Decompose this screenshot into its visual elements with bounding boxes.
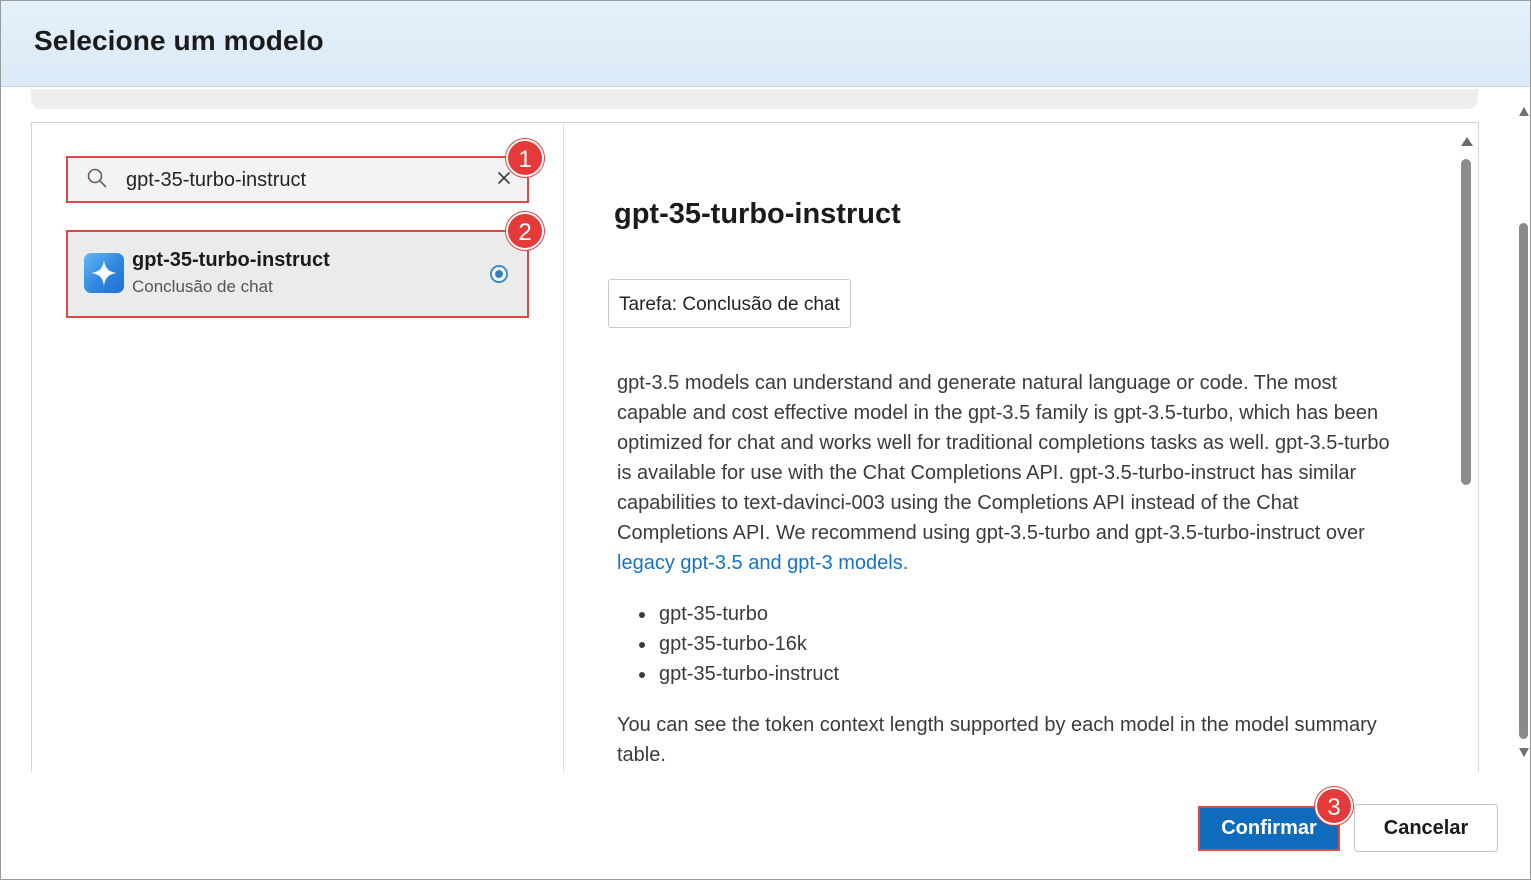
model-list-pane: gpt-35-turbo-instruct Conclusão de chat <box>32 123 564 772</box>
model-description: gpt-3.5 models can understand and genera… <box>617 368 1397 578</box>
model-list-item[interactable]: gpt-35-turbo-instruct Conclusão de chat <box>66 230 529 318</box>
step-badge-2: 2 <box>506 212 544 250</box>
scrollbar-thumb[interactable] <box>1461 159 1471 485</box>
model-subtitle: Conclusão de chat <box>132 277 273 296</box>
dialog-title: Selecione um modelo <box>34 25 324 56</box>
scrollbar-thumb[interactable] <box>1519 223 1528 739</box>
model-detail-pane: gpt-35-turbo-instruct Tarefa: Conclusão … <box>565 123 1478 772</box>
scroll-up-arrow-icon[interactable] <box>1461 137 1473 146</box>
detail-title: gpt-35-turbo-instruct <box>614 198 901 230</box>
model-name: gpt-35-turbo-instruct <box>132 249 330 271</box>
model-search-box[interactable] <box>66 156 529 203</box>
outer-scrollbar[interactable] <box>1517 101 1531 771</box>
sparkle-icon <box>84 253 124 293</box>
list-item: gpt-35-turbo-instruct <box>639 659 839 689</box>
scroll-up-arrow-icon[interactable] <box>1519 107 1529 116</box>
model-variants-list: gpt-35-turbo gpt-35-turbo-16k gpt-35-tur… <box>639 599 839 689</box>
scroll-down-arrow-icon[interactable] <box>1519 748 1529 757</box>
legacy-models-link[interactable]: legacy gpt-3.5 and gpt-3 models. <box>617 552 908 574</box>
description-text: gpt-3.5 models can understand and genera… <box>617 372 1390 544</box>
cancel-button[interactable]: Cancelar <box>1354 804 1498 852</box>
dialog-header: Selecione um modelo <box>1 1 1530 87</box>
task-chip: Tarefa: Conclusão de chat <box>608 279 851 328</box>
footer-text: You can see the token context length sup… <box>617 714 1377 766</box>
list-item: gpt-35-turbo-16k <box>639 629 839 659</box>
step-badge-3: 3 <box>1315 787 1353 825</box>
top-strip <box>31 89 1478 109</box>
detail-scrollbar[interactable] <box>1459 123 1473 772</box>
model-radio-selected[interactable] <box>490 265 508 283</box>
step-badge-1: 1 <box>506 139 544 177</box>
content-panel: gpt-35-turbo-instruct Conclusão de chat … <box>31 122 1479 772</box>
list-item: gpt-35-turbo <box>639 599 839 629</box>
select-model-dialog: Selecione um modelo gpt-35-turbo-instruc… <box>0 0 1531 880</box>
search-input[interactable] <box>126 166 486 194</box>
search-icon <box>87 168 107 188</box>
